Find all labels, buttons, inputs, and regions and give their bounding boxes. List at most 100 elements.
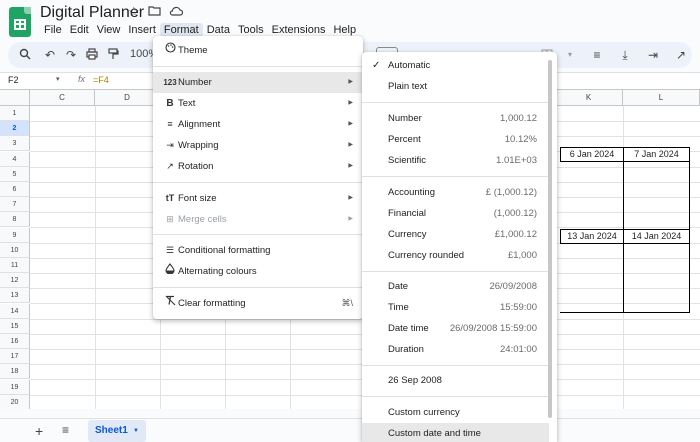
wrap-icon: ⇥ xyxy=(166,140,174,150)
row-header[interactable]: 8 xyxy=(0,212,30,228)
date-cell[interactable]: 6 Jan 2024 xyxy=(560,147,624,162)
number-option-automatic[interactable]: ✓ Automatic xyxy=(362,55,549,76)
row-header[interactable]: 18 xyxy=(0,364,30,380)
sheet-tab-dropdown-icon[interactable]: ▼ xyxy=(133,428,139,434)
menu-item-text[interactable]: B Text ▶ xyxy=(153,93,363,114)
menu-item-font-size[interactable]: tT Font size ▶ xyxy=(153,188,363,209)
menu-item-alignment[interactable]: ≡ Alignment ▶ xyxy=(153,114,363,135)
undo-icon[interactable]: ↶ xyxy=(43,48,57,62)
star-icon[interactable]: ☆ xyxy=(128,5,142,19)
add-sheet-icon[interactable]: + xyxy=(35,423,43,439)
menu-view[interactable]: View xyxy=(93,23,125,37)
print-icon[interactable] xyxy=(85,48,99,62)
number-option-accounting[interactable]: Accounting £ (1,000.12) xyxy=(362,182,549,203)
row-header[interactable]: 5 xyxy=(0,166,30,182)
submenu-arrow-icon: ▶ xyxy=(348,121,353,127)
format-menu: Theme 123 Number ▶ B Text ▶ ≡ Alignment … xyxy=(153,36,363,319)
alternating-colours-icon xyxy=(163,261,177,282)
date-cell[interactable]: 13 Jan 2024 xyxy=(560,229,624,244)
menu-help[interactable]: Help xyxy=(329,23,360,37)
row-header[interactable]: 10 xyxy=(0,242,30,258)
menu-insert[interactable]: Insert xyxy=(124,23,160,37)
menu-data[interactable]: Data xyxy=(203,23,234,37)
row-header[interactable]: 6 xyxy=(0,182,30,197)
date-cell[interactable]: 14 Jan 2024 xyxy=(623,229,690,244)
row-header[interactable]: 4 xyxy=(0,151,30,167)
row-header[interactable]: 1 xyxy=(0,106,30,121)
number-icon: 123 xyxy=(163,78,177,87)
submenu-scrollbar[interactable] xyxy=(548,60,552,418)
number-option-percent[interactable]: Percent 10.12% xyxy=(362,129,549,150)
sheets-logo[interactable] xyxy=(9,7,31,37)
redo-icon[interactable]: ↷ xyxy=(64,48,78,62)
cell-border xyxy=(560,312,690,313)
row-header[interactable]: 7 xyxy=(0,197,30,213)
number-option-date-time[interactable]: Date time 26/09/2008 15:59:00 xyxy=(362,318,549,339)
text-wrap-icon[interactable]: ⇥ xyxy=(646,48,660,62)
row-header[interactable]: 17 xyxy=(0,349,30,365)
fx-icon: fx xyxy=(78,74,86,84)
number-option-custom-date-and-time[interactable]: Custom date and time xyxy=(362,423,549,442)
align-icon: ≡ xyxy=(167,119,173,129)
menu-item-merge-cells: ⊞ Merge cells ▶ xyxy=(153,209,363,230)
cell-border xyxy=(623,244,624,313)
menu-file[interactable]: File xyxy=(40,23,66,37)
merge-dropdown-icon[interactable]: ▾ xyxy=(563,48,577,62)
horizontal-align-icon[interactable]: ≡ xyxy=(590,48,604,62)
row-header[interactable]: 2 xyxy=(0,121,30,137)
row-header[interactable]: 11 xyxy=(0,258,30,273)
all-sheets-icon[interactable]: ≡ xyxy=(62,423,69,437)
menu-item-theme[interactable]: Theme xyxy=(153,40,363,61)
number-option-date[interactable]: Date 26/09/2008 xyxy=(362,276,549,297)
number-option-time[interactable]: Time 15:59:00 xyxy=(362,297,549,318)
row-header[interactable]: 14 xyxy=(0,303,30,319)
menu-extensions[interactable]: Extensions xyxy=(268,23,330,37)
submenu-arrow-icon: ▶ xyxy=(348,195,353,201)
number-option-custom-currency[interactable]: Custom currency xyxy=(362,402,549,423)
column-header-k[interactable]: K xyxy=(555,90,623,106)
number-option-currency[interactable]: Currency £1,000.12 xyxy=(362,224,549,245)
number-option-duration[interactable]: Duration 24:01:00 xyxy=(362,339,549,360)
menu-edit[interactable]: Edit xyxy=(66,23,93,37)
number-option-scientific[interactable]: Scientific 1.01E+03 xyxy=(362,150,549,171)
search-menus-icon[interactable] xyxy=(18,48,32,62)
menu-item-conditional-formatting[interactable]: ☰ Conditional formatting xyxy=(153,240,363,261)
number-option-currency-rounded[interactable]: Currency rounded £1,000 xyxy=(362,245,549,266)
formula-input[interactable]: =F4 xyxy=(93,75,109,85)
row-header[interactable]: 3 xyxy=(0,136,30,152)
number-option-plain-text[interactable]: Plain text xyxy=(362,76,549,97)
menu-item-alternating-colours[interactable]: Alternating colours xyxy=(153,261,363,282)
menu-item-rotation[interactable]: ↗ Rotation ▶ xyxy=(153,156,363,177)
select-all-corner[interactable] xyxy=(0,90,30,106)
text-rotation-icon[interactable]: ↗ xyxy=(674,48,688,62)
menu-tools[interactable]: Tools xyxy=(234,23,268,37)
date-cell[interactable]: 7 Jan 2024 xyxy=(623,147,690,162)
menu-item-wrapping[interactable]: ⇥ Wrapping ▶ xyxy=(153,135,363,156)
menu-item-number[interactable]: 123 Number ▶ xyxy=(153,72,363,93)
submenu-arrow-icon: ▶ xyxy=(348,142,353,148)
column-header-d[interactable]: D xyxy=(95,90,160,106)
paint-format-icon[interactable] xyxy=(106,48,120,62)
menu-item-clear-formatting[interactable]: Clear formatting ⌘\ xyxy=(153,293,363,314)
vertical-align-icon[interactable]: ⤓ xyxy=(618,48,632,62)
number-option-custom-date-26-sep-2008[interactable]: 26 Sep 2008 xyxy=(362,370,549,391)
number-option-financial[interactable]: Financial (1,000.12) xyxy=(362,203,549,224)
column-header-c[interactable]: C xyxy=(30,90,95,106)
row-header[interactable]: 16 xyxy=(0,334,30,349)
row-header[interactable]: 12 xyxy=(0,273,30,289)
name-box[interactable]: F2 xyxy=(8,75,19,85)
row-header[interactable]: 9 xyxy=(0,227,30,243)
conditional-format-icon: ☰ xyxy=(165,245,175,255)
submenu-arrow-icon: ▶ xyxy=(348,216,353,222)
row-header[interactable]: 20 xyxy=(0,394,30,409)
cloud-status-icon[interactable] xyxy=(169,5,184,19)
shortcut-text: ⌘\ xyxy=(341,298,353,308)
menu-format[interactable]: Format xyxy=(159,23,203,37)
number-option-number[interactable]: Number 1,000.12 xyxy=(362,108,549,129)
row-header[interactable]: 19 xyxy=(0,379,30,395)
row-header[interactable]: 15 xyxy=(0,318,30,334)
move-folder-icon[interactable] xyxy=(148,5,162,19)
row-header[interactable]: 13 xyxy=(0,288,30,304)
name-box-dropdown-icon[interactable]: ▾ xyxy=(56,75,60,83)
column-header-l[interactable]: L xyxy=(623,90,700,106)
